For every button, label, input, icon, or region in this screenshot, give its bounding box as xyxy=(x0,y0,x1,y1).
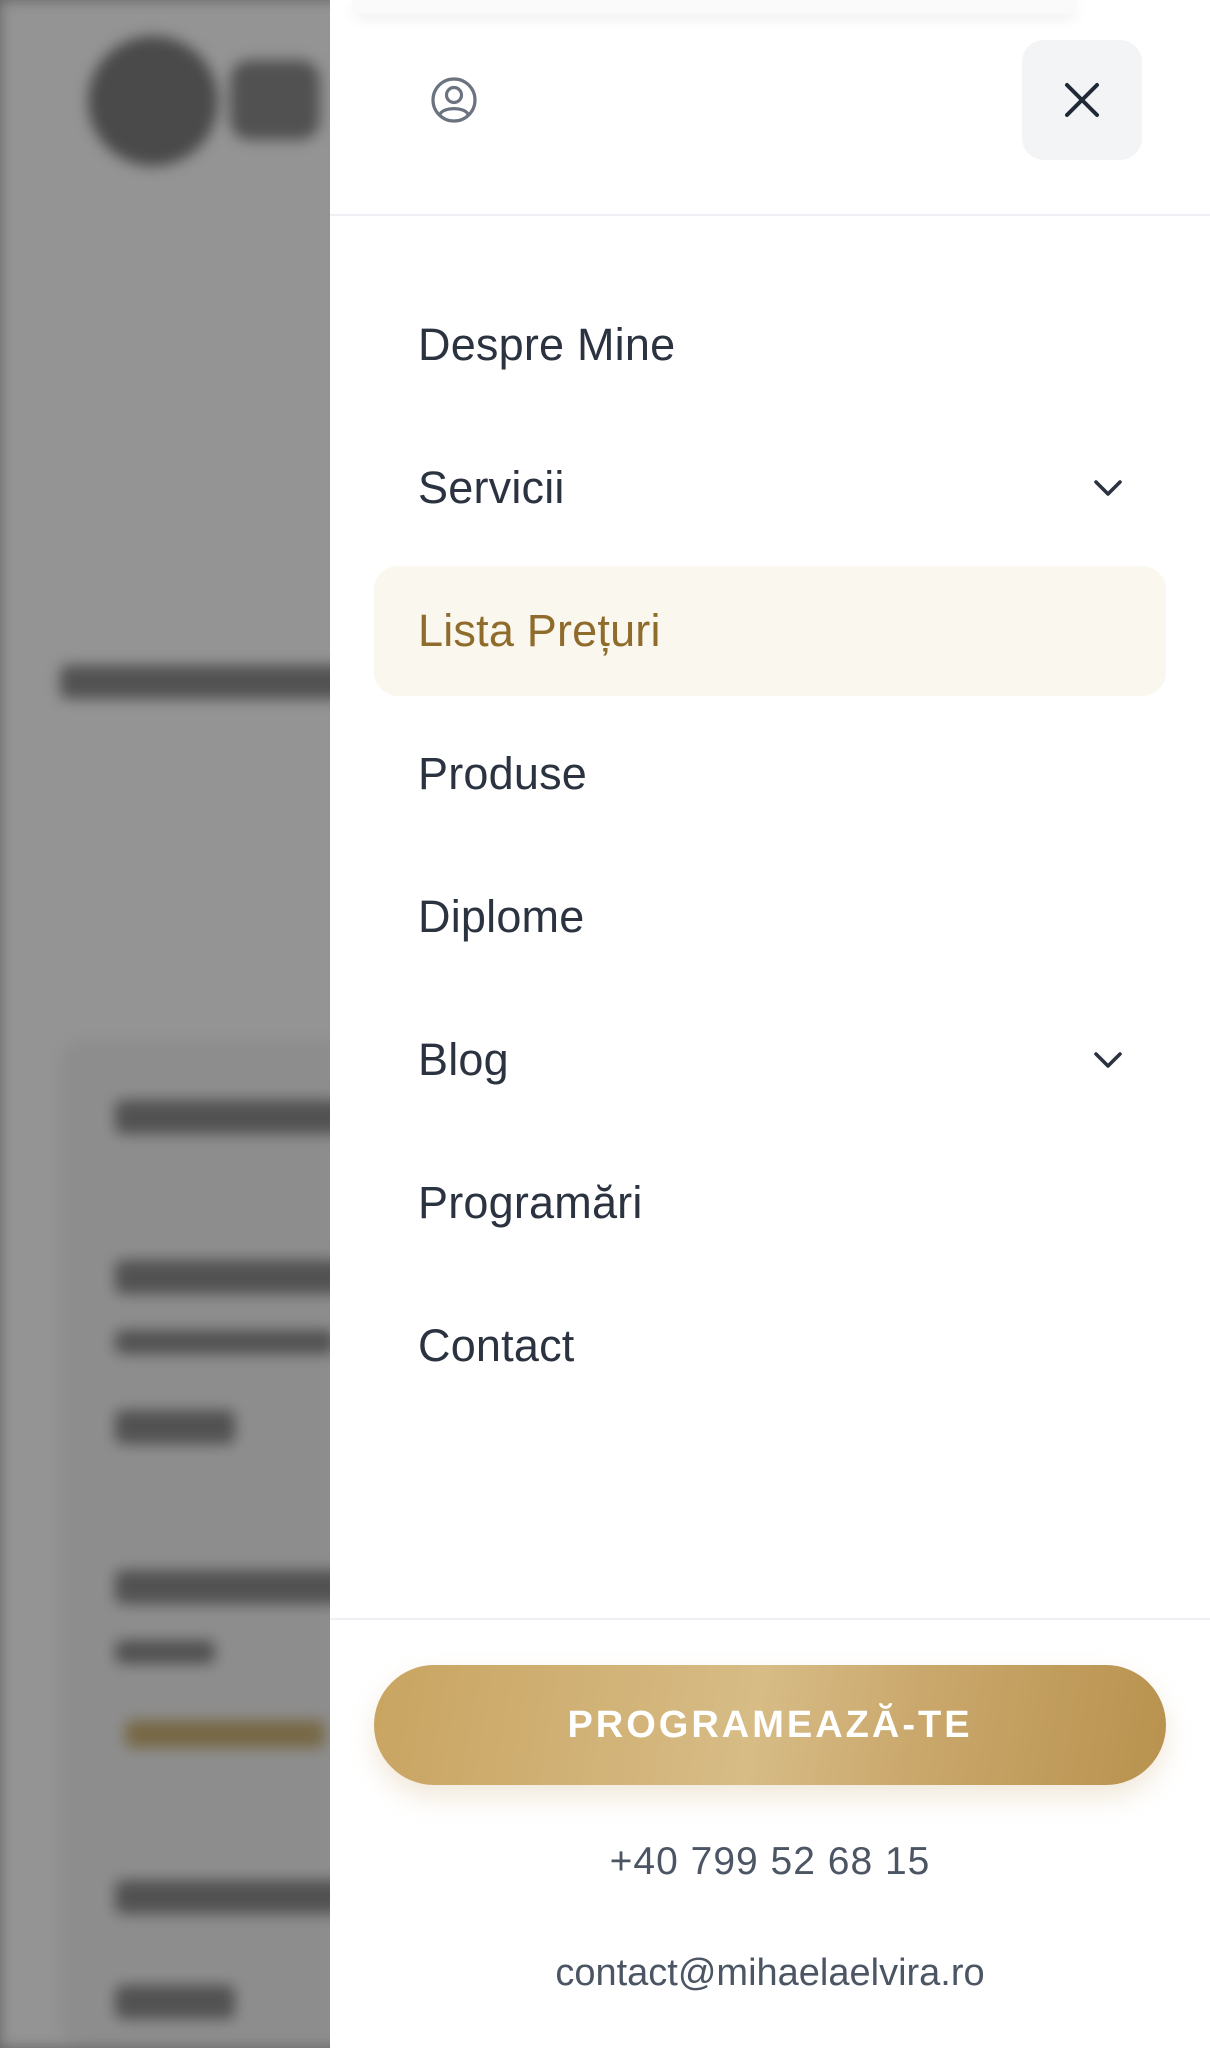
chevron-down-icon[interactable] xyxy=(1090,1042,1126,1078)
nav-item-servicii[interactable]: Servicii xyxy=(374,423,1166,553)
nav-item-programari[interactable]: Programări xyxy=(374,1138,1166,1268)
nav-item-label: Lista Prețuri xyxy=(418,605,661,656)
nav-item-blog[interactable]: Blog xyxy=(374,995,1166,1125)
nav-item-label: Programări xyxy=(418,1177,643,1228)
main-nav: Despre Mine Servicii Lista Prețuri Produ… xyxy=(374,280,1166,1424)
nav-item-label: Produse xyxy=(418,748,588,799)
user-circle-icon[interactable] xyxy=(430,76,478,124)
phone-link[interactable]: +40 799 52 68 15 xyxy=(330,1840,1210,1884)
nav-item-lista-preturi[interactable]: Lista Prețuri xyxy=(374,566,1166,696)
nav-item-label: Contact xyxy=(418,1320,575,1371)
nav-item-despre-mine[interactable]: Despre Mine xyxy=(374,280,1166,410)
drawer-header xyxy=(330,0,1210,216)
email-link[interactable]: contact@mihaelaelvira.ro xyxy=(330,1952,1210,1995)
nav-drawer: Despre Mine Servicii Lista Prețuri Produ… xyxy=(330,0,1210,2048)
chevron-down-icon[interactable] xyxy=(1090,470,1126,506)
close-icon xyxy=(1065,83,1099,117)
nav-item-produse[interactable]: Produse xyxy=(374,709,1166,839)
nav-item-label: Despre Mine xyxy=(418,319,676,370)
nav-item-label: Diplome xyxy=(418,891,585,942)
nav-item-diplome[interactable]: Diplome xyxy=(374,852,1166,982)
book-appointment-label: PROGRAMEAZĂ-TE xyxy=(567,1703,973,1746)
book-appointment-button[interactable]: PROGRAMEAZĂ-TE xyxy=(374,1665,1166,1785)
nav-item-contact[interactable]: Contact xyxy=(374,1281,1166,1411)
footer-divider xyxy=(330,1618,1210,1620)
nav-item-label: Servicii xyxy=(418,462,565,513)
close-button[interactable] xyxy=(1022,40,1142,160)
nav-item-label: Blog xyxy=(418,1034,509,1085)
